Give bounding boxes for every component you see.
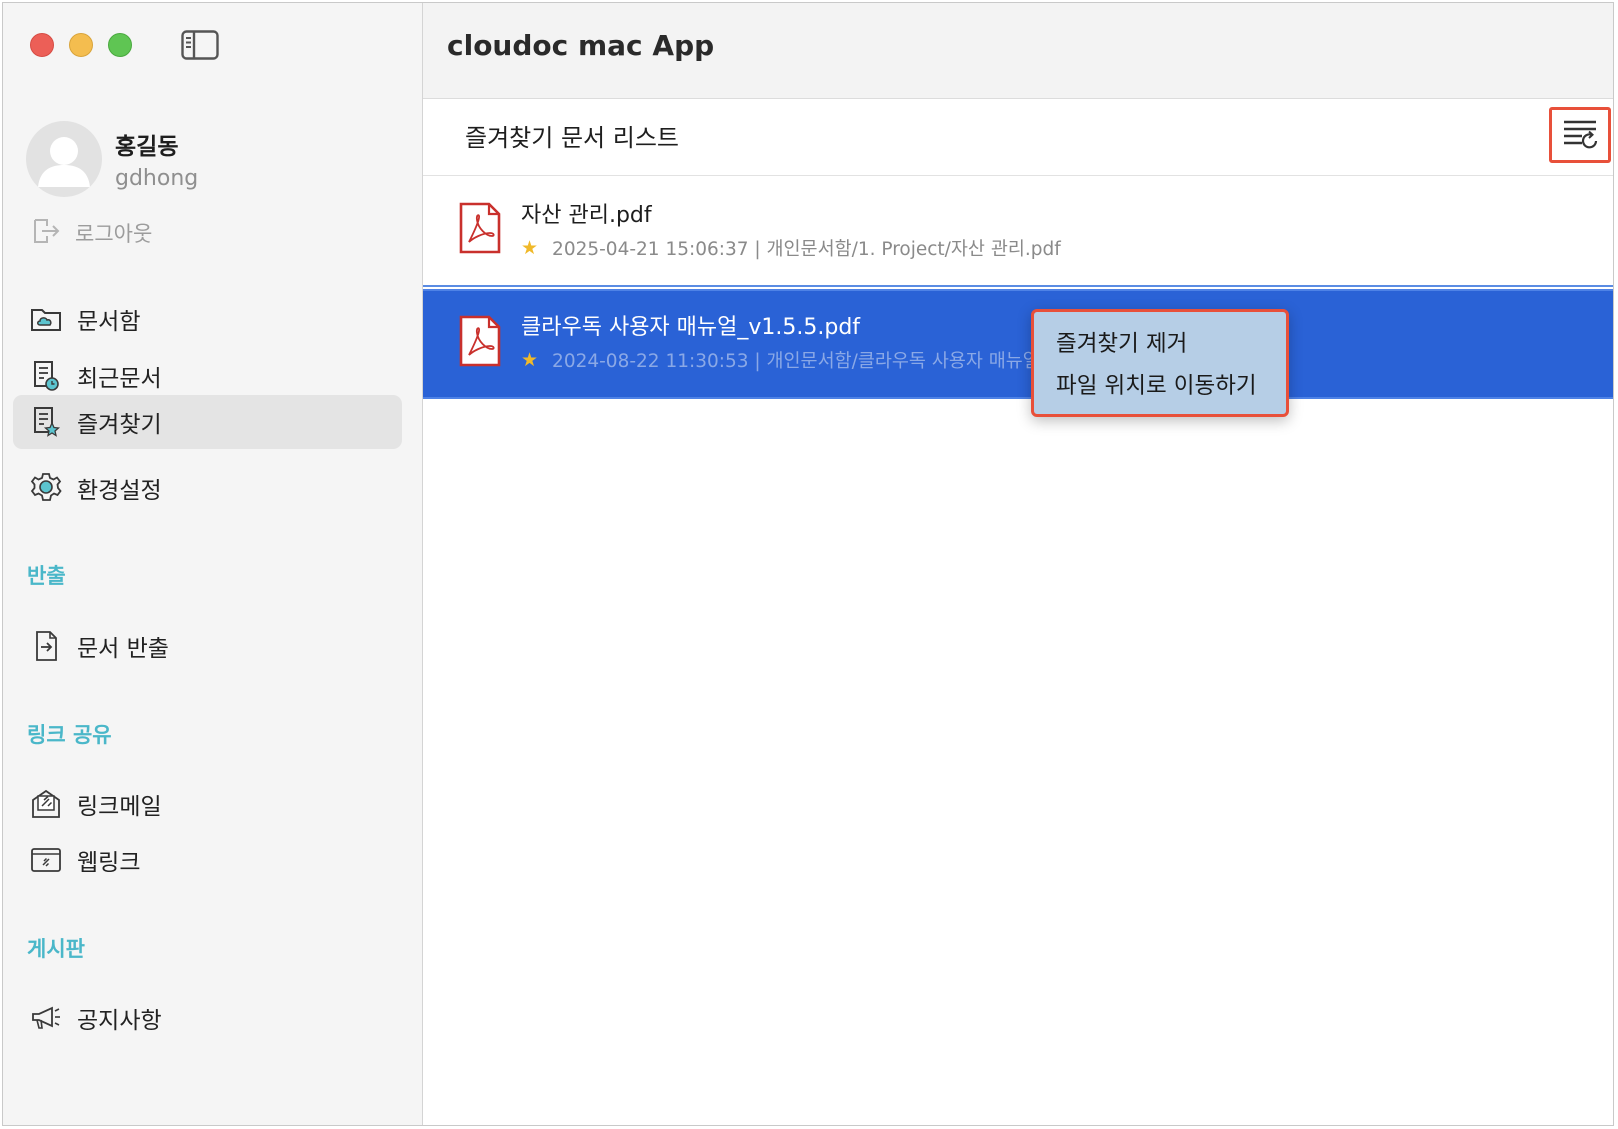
user-id: gdhong	[115, 166, 199, 191]
context-menu: 즐겨찾기 제거 파일 위치로 이동하기	[1031, 309, 1289, 417]
title-bar: cloudoc mac App	[423, 3, 1613, 99]
sidebar-item-label: 웹링크	[77, 850, 141, 876]
user-name: 홍길동	[115, 134, 179, 160]
sidebar-item-document-export[interactable]: 문서 반출	[13, 619, 402, 673]
minimize-window-button[interactable]	[69, 33, 93, 57]
menu-item-go-to-file-location[interactable]: 파일 위치로 이동하기	[1056, 368, 1257, 400]
file-row[interactable]: 자산 관리.pdf ★ 2025-04-21 15:06:37 | 개인문서함/…	[423, 175, 1613, 285]
pdf-file-icon	[459, 315, 501, 367]
list-filter-button[interactable]	[1549, 107, 1611, 163]
sidebar-item-label: 문서함	[77, 309, 141, 335]
screenshot-frame: 홍길동 gdhong 로그아웃 문서함 최근문서 즐겨찾기 환경설정 반출 문서…	[0, 0, 1618, 1129]
section-title-board: 게시판	[27, 937, 85, 961]
section-title-link-share: 링크 공유	[27, 723, 112, 747]
sidebar-item-label: 환경설정	[77, 478, 162, 504]
sidebar-item-label: 링크메일	[77, 794, 162, 820]
menu-item-remove-favorite[interactable]: 즐겨찾기 제거	[1056, 326, 1187, 358]
sidebar: 홍길동 gdhong 로그아웃 문서함 최근문서 즐겨찾기 환경설정 반출 문서…	[3, 3, 423, 1125]
sidebar-item-web-link[interactable]: 웹링크	[13, 833, 402, 887]
logout-button[interactable]: 로그아웃	[31, 216, 152, 250]
logout-icon	[31, 216, 61, 250]
sidebar-item-notice[interactable]: 공지사항	[13, 991, 402, 1045]
favorite-document-icon	[30, 406, 62, 438]
recent-document-icon	[30, 360, 62, 392]
document-export-icon	[30, 630, 62, 662]
web-link-icon	[30, 844, 62, 876]
logout-label: 로그아웃	[75, 222, 153, 246]
maximize-window-button[interactable]	[108, 33, 132, 57]
file-row-selected[interactable]: 클라우독 사용자 매뉴얼_v1.5.5.pdf ★ 2024-08-22 11:…	[423, 289, 1613, 399]
list-header: 즐겨찾기 문서 리스트	[423, 99, 1613, 176]
link-mail-icon	[30, 788, 62, 820]
favorite-star-icon: ★	[521, 237, 539, 259]
app-window: 홍길동 gdhong 로그아웃 문서함 최근문서 즐겨찾기 환경설정 반출 문서…	[2, 2, 1614, 1126]
sidebar-toggle-icon[interactable]	[181, 30, 219, 60]
megaphone-icon	[30, 1002, 62, 1034]
avatar	[26, 121, 102, 197]
sidebar-item-label: 최근문서	[77, 366, 162, 392]
file-meta-text: 2024-08-22 11:30:53 | 개인문서함/클라우독 사용자 매뉴얼	[552, 351, 1040, 372]
cloud-folder-icon	[30, 303, 62, 335]
file-name: 자산 관리.pdf	[521, 203, 652, 228]
list-filter-icon	[1560, 116, 1600, 154]
sidebar-item-favorites[interactable]: 즐겨찾기	[13, 395, 402, 449]
sidebar-item-label: 문서 반출	[77, 636, 169, 662]
file-name: 클라우독 사용자 매뉴얼_v1.5.5.pdf	[521, 315, 861, 340]
section-title-export: 반출	[27, 564, 66, 588]
file-meta-text: 2025-04-21 15:06:37 | 개인문서함/1. Project/자…	[552, 239, 1061, 260]
file-meta: ★ 2024-08-22 11:30:53 | 개인문서함/클라우독 사용자 매…	[521, 347, 1040, 373]
sidebar-item-label: 공지사항	[77, 1008, 162, 1034]
row-divider	[423, 285, 1613, 287]
sidebar-item-settings[interactable]: 환경설정	[13, 461, 402, 515]
favorite-star-icon: ★	[521, 349, 539, 371]
file-meta: ★ 2025-04-21 15:06:37 | 개인문서함/1. Project…	[521, 235, 1061, 261]
sidebar-item-link-mail[interactable]: 링크메일	[13, 777, 402, 831]
main-panel: cloudoc mac App 즐겨찾기 문서 리스트 자산 관리.pdf ★ …	[423, 3, 1613, 1125]
gear-icon	[30, 472, 62, 504]
list-title: 즐겨찾기 문서 리스트	[465, 124, 679, 152]
sidebar-item-documents[interactable]: 문서함	[13, 292, 402, 346]
sidebar-item-label: 즐겨찾기	[77, 412, 162, 438]
pdf-file-icon	[459, 202, 501, 254]
close-window-button[interactable]	[30, 33, 54, 57]
app-title: cloudoc mac App	[447, 29, 715, 62]
